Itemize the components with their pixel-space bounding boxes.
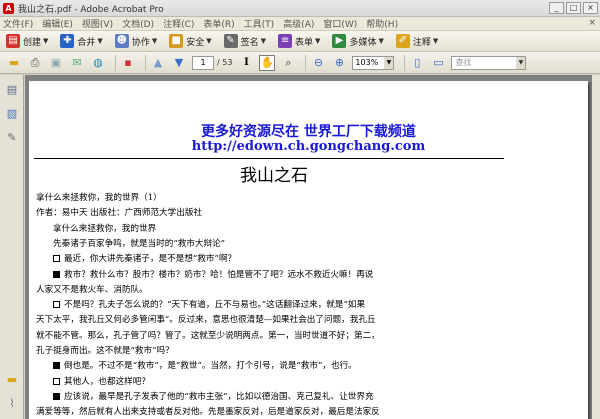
close-document-icon[interactable]: × (588, 18, 596, 28)
acrobat-app-icon[interactable]: A (3, 2, 14, 14)
menu-help[interactable]: 帮助(H) (366, 17, 398, 30)
text-line: 最近，你大讲先秦诸子，是不是想“救市”啊？ (53, 252, 236, 264)
filled-square-bullet-icon (53, 270, 60, 278)
menu-window[interactable]: 窗口(W) (323, 17, 357, 30)
zoom-level-select[interactable]: 103% ▼ (352, 55, 395, 70)
email-icon[interactable]: ✉ (69, 55, 85, 71)
comment-icon: ✐ (395, 34, 410, 48)
page-count: / 53 (217, 58, 233, 67)
window-title: 我山之石.pdf - Adobe Acrobat Pro (18, 4, 164, 15)
signatures-panel-icon[interactable]: ✎ (5, 129, 19, 145)
hollow-square-bullet-icon (53, 377, 60, 385)
menu-view[interactable]: 视图(V) (82, 17, 113, 30)
text-line: 孔子挺身而出。这不就是“救市”吗？ (36, 346, 174, 356)
collaborate-button[interactable]: ☻ 协作 ▼ (112, 33, 160, 50)
task-toolbar: ▤ 创建 ▼ ✚ 合并 ▼ ☻ 协作 ▼ ■ 安全 ▼ ✎ 签名 ▼ ≡ 表单 ▼ ▶ 多媒… (0, 31, 600, 52)
secure-button[interactable]: ■ 安全 ▼ (166, 33, 214, 50)
divider (34, 158, 504, 159)
save-icon[interactable]: ▣ (48, 55, 64, 71)
sign-button[interactable]: ✎ 签名 ▼ (221, 33, 269, 50)
menu-comments[interactable]: 注释(C) (163, 17, 194, 30)
collaborate-icon: ☻ (114, 34, 129, 48)
text-line: 满爱等等，然后就有人出来支持或者反对他。先是墨家反对，后是道家反对，最后是法家反 (36, 407, 380, 418)
multimedia-button[interactable]: ▶ 多媒体 ▼ (329, 33, 386, 50)
text-line: 拿什么来拯救你，我的世界 (53, 223, 157, 234)
forms-icon: ≡ (278, 34, 293, 48)
file-toolbar: ▬ ⎙ ▣ ✉ ◍ ▪ ▲ ▼ 1 / 53 I ✋ ⌕ ⊖ ⊕ 103% ▼ ▯… (0, 52, 600, 74)
menu-file[interactable]: 文件(F) (3, 17, 33, 30)
text-line: 天下太平，我孔丘又何必多管闲事”。反过来，意思也很清楚—如果社会出了问题，我孔丘 (36, 315, 376, 326)
find-input[interactable]: 查找 ▼ (451, 55, 527, 70)
fit-page-icon[interactable]: ▯ (409, 55, 425, 71)
combine-icon: ✚ (60, 34, 75, 48)
filled-square-bullet-icon (53, 392, 60, 400)
banner-heading: 更多好资源尽在 世界工厂下载频道 (201, 124, 416, 140)
bookmarks-panel-icon[interactable]: ▧ (5, 105, 19, 121)
combine-button[interactable]: ✚ 合并 ▼ (57, 33, 105, 50)
pages-panel-icon[interactable]: ▤ (5, 81, 19, 97)
menu-advanced[interactable]: 高级(A) (283, 17, 314, 30)
text-line: 拿什么来拯救你，我的世界（1） (36, 193, 162, 203)
text-line: 就不能不管。那么，孔子管了吗？管了。这就至少说明两点。第一，当时世道不好；第二， (36, 330, 380, 341)
lock-permissions-icon[interactable]: ▪ (120, 55, 136, 71)
chevron-down-icon: ▼ (384, 56, 394, 69)
text-line: 应该说，最早是孔子发表了他的“救市主张”，比如以德治国、克己复礼、让世界充 (53, 390, 374, 402)
create-pdf-icon: ▤ (6, 34, 20, 48)
text-line: 倒也是。不过不是“救市”，是“救世”。当然，打个引号，说是“救市”，也行。 (53, 359, 357, 371)
navigation-pane: ▤ ▧ ✎ ▬ ⌇ (0, 75, 24, 419)
menu-document[interactable]: 文档(D) (122, 17, 154, 30)
text-select-icon[interactable]: I (238, 55, 254, 71)
comment-button[interactable]: ✐ 注释 ▼ (393, 33, 441, 50)
pdf-page: 更多好资源尽在 世界工厂下载频道 http://edown.ch.gongcha… (29, 81, 588, 419)
menu-forms[interactable]: 表单(R) (203, 17, 234, 30)
vertical-scrollbar[interactable] (592, 75, 600, 419)
close-button[interactable]: × (583, 2, 598, 14)
page-number-input[interactable]: 1 (192, 55, 214, 70)
comments-panel-icon[interactable]: ▬ (5, 371, 19, 387)
zoom-marquee-icon[interactable]: ⌕ (280, 55, 296, 71)
forms-button[interactable]: ≡ 表单 ▼ (275, 33, 323, 50)
maximize-button[interactable]: □ (566, 2, 581, 14)
text-line: 作者：易中天 出版社：广西师范大学出版社 (36, 208, 203, 219)
title-bar: A 我山之石.pdf - Adobe Acrobat Pro _ □ × (0, 0, 600, 17)
document-title: 我山之石 (240, 166, 308, 186)
text-line: 其他人，也都这样吧？ (53, 375, 150, 387)
document-area[interactable]: 更多好资源尽在 世界工厂下载频道 http://edown.ch.gongcha… (25, 75, 600, 419)
multimedia-icon: ▶ (332, 34, 347, 48)
open-folder-icon[interactable]: ▬ (6, 55, 22, 71)
create-button[interactable]: ▤ 创建 ▼ (3, 33, 51, 50)
previous-page-icon[interactable]: ▲ (150, 55, 166, 71)
hollow-square-bullet-icon (53, 301, 60, 309)
lock-icon: ■ (169, 34, 184, 48)
sign-pen-icon: ✎ (223, 34, 238, 48)
menu-tools[interactable]: 工具(T) (244, 17, 275, 30)
web-icon[interactable]: ◍ (90, 55, 106, 71)
menu-edit[interactable]: 编辑(E) (42, 17, 73, 30)
text-line: 人家又不是救火车、消防队。 (36, 284, 148, 295)
zoom-in-icon[interactable]: ⊕ (331, 55, 347, 71)
next-page-icon[interactable]: ▼ (171, 55, 187, 71)
text-line: 不是吗？孔夫子怎么说的？“天下有道，丘不与易也。”这话翻译过来，就是“如果 (53, 298, 365, 310)
hollow-square-bullet-icon (53, 255, 60, 263)
hand-tool-icon[interactable]: ✋ (259, 54, 276, 71)
print-icon[interactable]: ⎙ (27, 55, 43, 71)
menu-bar: 文件(F) 编辑(E) 视图(V) 文档(D) 注释(C) 表单(R) 工具(T… (0, 17, 600, 31)
chevron-down-icon: ▼ (516, 56, 526, 69)
fit-width-icon[interactable]: ▭ (430, 55, 446, 71)
attachments-panel-icon[interactable]: ⌇ (5, 395, 19, 411)
banner-link[interactable]: http://edown.ch.gongchang.com (29, 139, 588, 154)
text-line: 先秦诸子百家争鸣，就是当时的“救市大辩论” (53, 238, 226, 249)
zoom-out-icon[interactable]: ⊖ (310, 55, 326, 71)
minimize-button[interactable]: _ (549, 2, 564, 14)
window-controls: _ □ × (549, 2, 598, 14)
text-line: 救市？救什么市？股市？楼市？奶市？哈！怕是管不了吧？远水不救近火嘛！再说 (53, 268, 373, 280)
filled-square-bullet-icon (53, 362, 60, 370)
